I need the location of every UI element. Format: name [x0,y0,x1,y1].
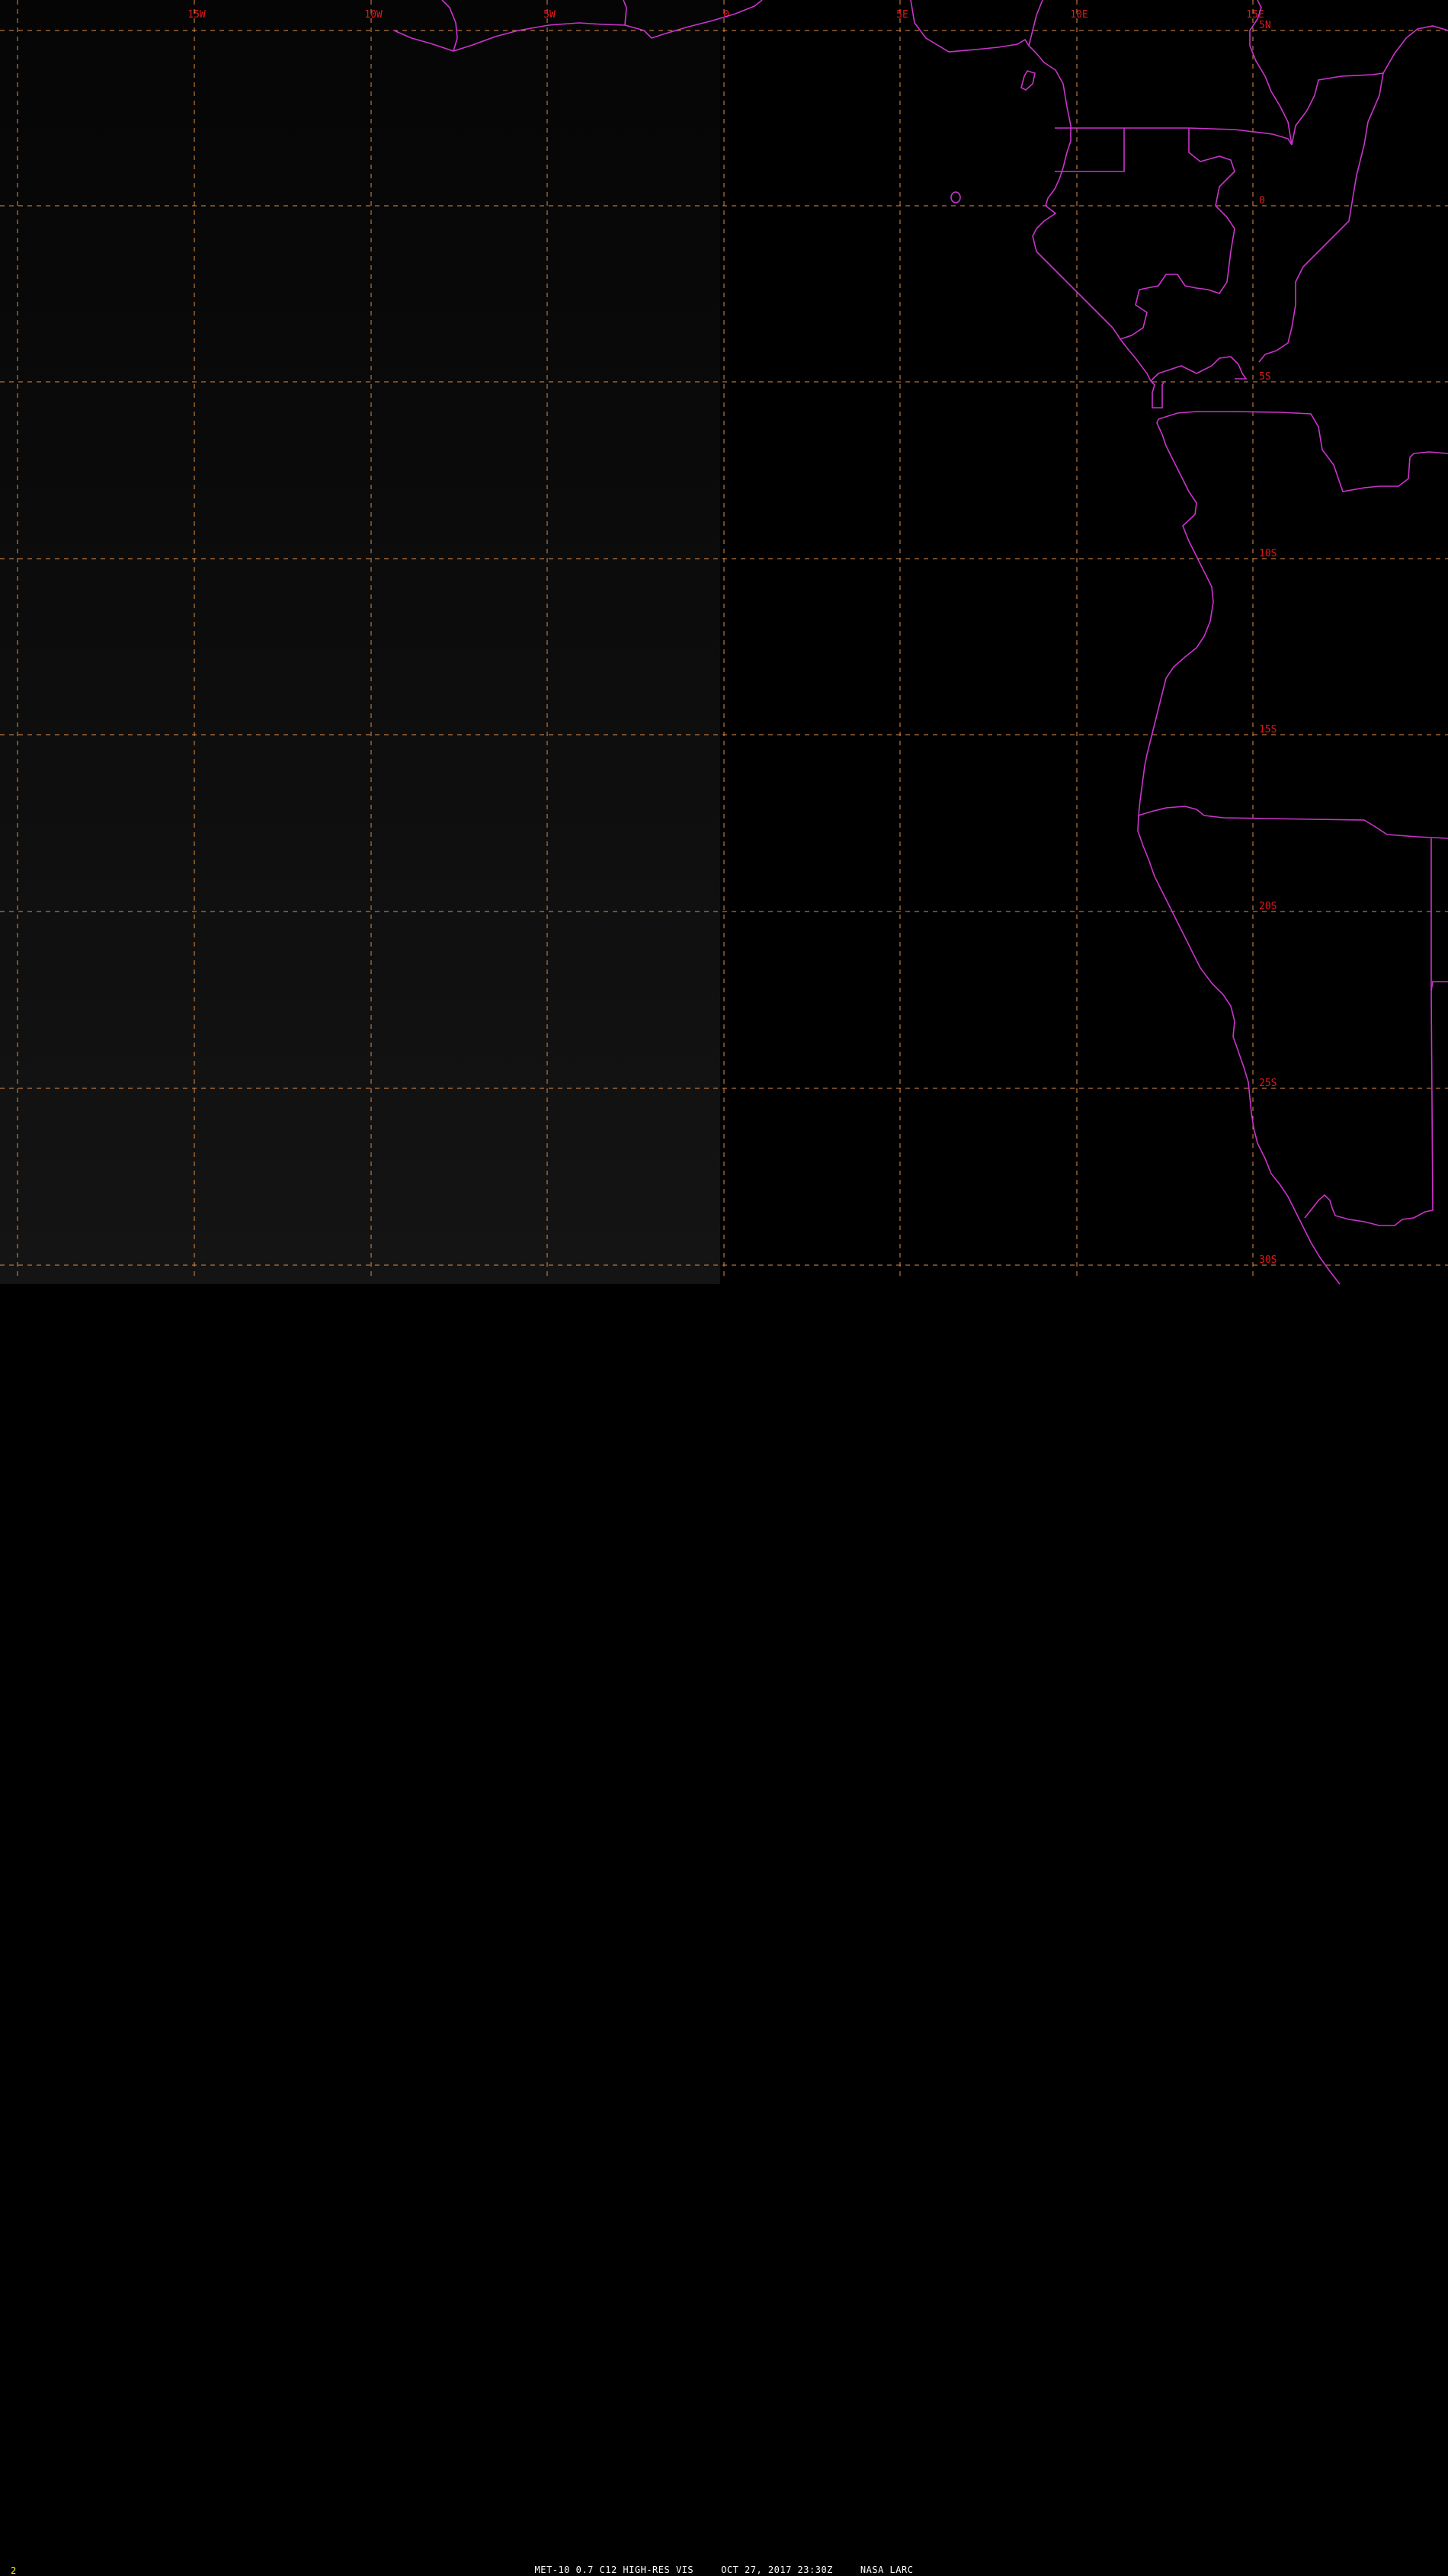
latitude-label: 5S [1259,371,1271,383]
latitude-label: 20S [1259,901,1277,912]
longitude-label: 10E [1070,9,1088,21]
latitude-label: 30S [1259,1254,1277,1266]
datetime-label: OCT 27, 2017 23:30Z [721,2565,833,2575]
longitude-label: 0 [723,9,729,21]
longitude-label: 15W [187,9,206,21]
latitude-label: 15S [1259,724,1277,735]
satellite-label: MET-10 0.7 C12 HIGH-RES VIS [534,2565,694,2575]
image-caption: MET-10 0.7 C12 HIGH-RES VIS OCT 27, 2017 … [0,2565,1448,2575]
image-footer: 2 MET-10 0.7 C12 HIGH-RES VIS OCT 27, 201… [0,1280,1448,2576]
longitude-label: 10W [364,9,383,21]
source-label: NASA LARC [860,2565,914,2575]
satellite-map: 15W 10W 5W 0 5E 10E 15E 5N 0 5S 10S 15S 20S 25S 30S [0,0,1448,1296]
latitude-label: 10S [1259,548,1277,559]
latitude-label: 5N [1259,20,1271,31]
longitude-label: 5W [543,9,556,21]
longitude-label: 15E [1246,9,1264,21]
latitude-label: 25S [1259,1078,1277,1089]
imagery-shaded-region [0,0,720,1284]
longitude-label: 5E [896,9,908,21]
latitude-label: 0 [1259,195,1265,207]
